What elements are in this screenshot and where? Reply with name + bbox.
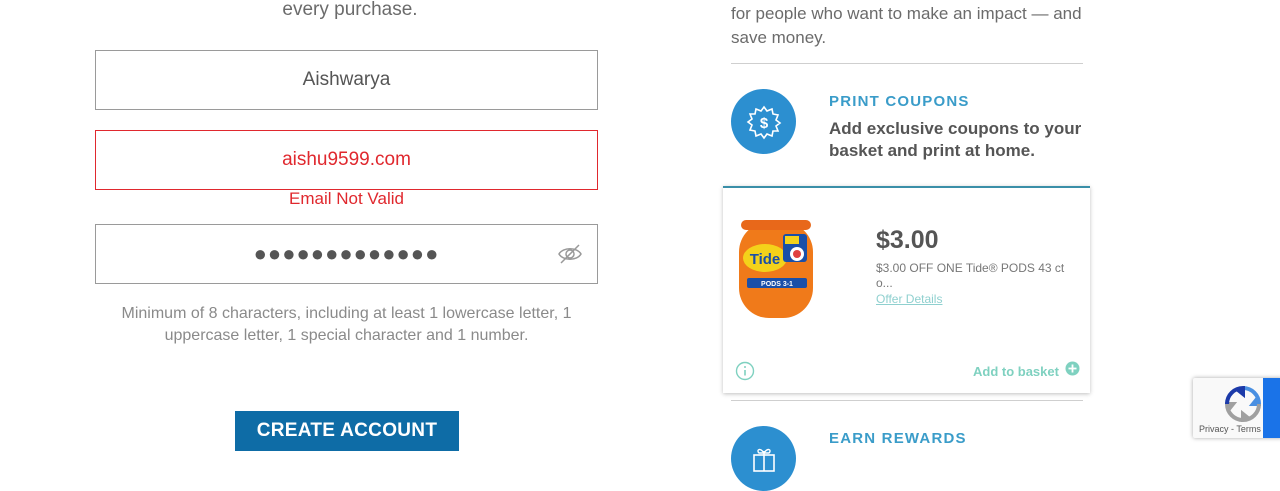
password-field[interactable]: ●●●●●●●●●●●●● (95, 224, 598, 284)
coupon-description: $3.00 OFF ONE Tide® PODS 43 ct o... (876, 261, 1065, 290)
print-coupons-description: Add exclusive coupons to your basket and… (829, 119, 1082, 160)
earn-rewards-title: EARN REWARDS (829, 430, 967, 447)
divider (731, 63, 1083, 64)
add-to-basket-label: Add to basket (973, 363, 1059, 379)
first-name-field[interactable]: Aishwarya (95, 50, 598, 110)
create-account-button[interactable]: CREATE ACCOUNT (235, 411, 459, 451)
benefits-intro-text: for people who want to make an impact — … (731, 4, 1082, 47)
svg-text:PODS 3-1: PODS 3-1 (761, 281, 793, 288)
password-requirements-text: Minimum of 8 characters, including at le… (121, 305, 572, 344)
dollar-badge-icon: $ (731, 89, 796, 154)
first-name-value: Aishwarya (302, 69, 391, 90)
tide-pods-image: Tide PODS 3-1 (735, 216, 817, 325)
svg-text:$: $ (759, 115, 768, 132)
signup-intro-text: every purchase. (282, 0, 418, 20)
print-coupons-title: PRINT COUPONS (829, 93, 970, 110)
add-to-basket-button[interactable]: Add to basket (973, 361, 1080, 381)
offer-details-link[interactable]: Offer Details (876, 292, 942, 306)
recaptcha-side-tab[interactable] (1263, 378, 1280, 438)
email-error-message: Email Not Valid (289, 189, 404, 208)
password-value: ●●●●●●●●●●●●● (253, 241, 440, 266)
eye-slash-icon[interactable] (557, 243, 583, 265)
divider (731, 400, 1083, 401)
gift-icon (731, 426, 796, 491)
recaptcha-terms-text[interactable]: Privacy - Terms (1199, 424, 1261, 434)
coupon-card: Tide PODS 3-1 $3.00 $3.00 OFF ONE Tide® … (723, 186, 1090, 393)
svg-text:Tide: Tide (750, 251, 781, 268)
email-value: aishu9599.com (282, 149, 411, 170)
info-icon[interactable] (735, 361, 755, 386)
recaptcha-logo-icon (1223, 384, 1263, 429)
plus-circle-icon (1065, 361, 1080, 381)
coupon-price: $3.00 (876, 226, 939, 254)
email-field[interactable]: aishu9599.com (95, 130, 598, 190)
